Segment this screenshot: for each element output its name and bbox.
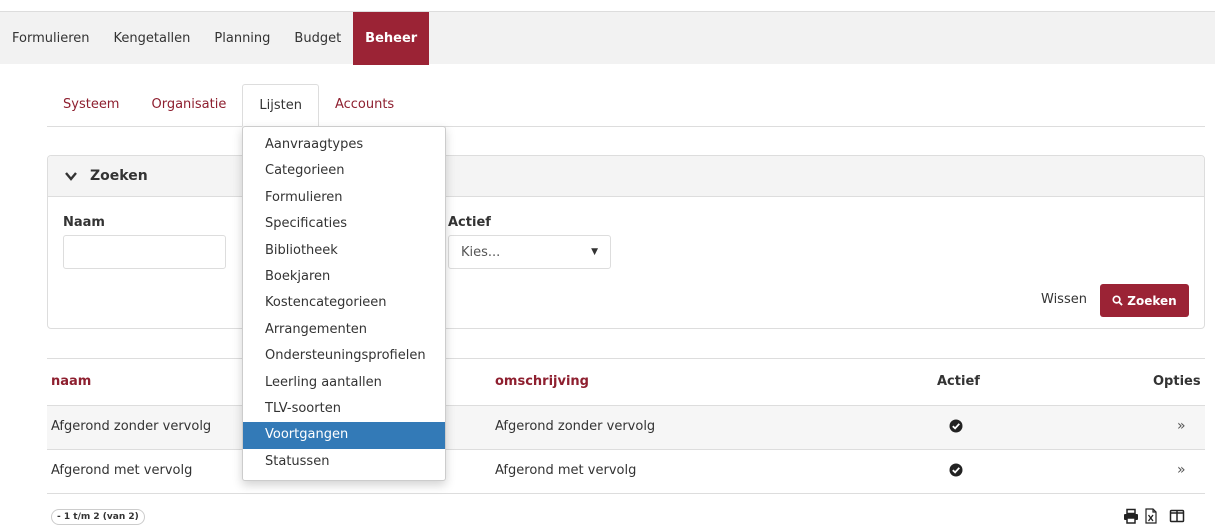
search-button-label: Zoeken	[1127, 293, 1177, 308]
caret-down-icon: ▼	[591, 247, 598, 257]
row-naam: Afgerond met vervolg	[51, 463, 193, 478]
row-omschrijving: Afgerond zonder vervolg	[495, 419, 656, 434]
excel-export-icon[interactable]	[1143, 508, 1159, 524]
tab-accounts[interactable]: Accounts	[319, 84, 410, 127]
search-button[interactable]: Zoeken	[1100, 284, 1189, 317]
column-header-actief: Actief	[937, 374, 980, 389]
column-header-opties: Opties	[1153, 374, 1201, 389]
search-icon	[1112, 295, 1124, 306]
check-circle-icon	[949, 419, 963, 433]
menu-item-boekjaren[interactable]: Boekjaren	[243, 264, 445, 290]
column-header-naam[interactable]: naam	[51, 374, 91, 389]
row-naam: Afgerond zonder vervolg	[51, 419, 212, 434]
row-options-link[interactable]: »	[1177, 462, 1186, 478]
naam-label: Naam	[63, 215, 105, 230]
menu-item-categorieen[interactable]: Categorieen	[243, 158, 445, 184]
naam-input[interactable]	[63, 235, 226, 269]
menu-item-leerling-aantallen[interactable]: Leerling aantallen	[243, 370, 445, 396]
menu-item-bibliotheek[interactable]: Bibliotheek	[243, 238, 445, 264]
tab-organisatie[interactable]: Organisatie	[135, 84, 242, 127]
table-row: Afgerond zonder vervolg Afgerond zonder …	[47, 406, 1205, 450]
clear-button[interactable]: Wissen	[1041, 292, 1087, 307]
menu-item-formulieren[interactable]: Formulieren	[243, 185, 445, 211]
menu-item-kostencategorieen[interactable]: Kostencategorieen	[243, 290, 445, 316]
pagination-badge: - 1 t/m 2 (van 2)	[51, 509, 145, 525]
actief-label: Actief	[448, 215, 491, 230]
nav-kengetallen[interactable]: Kengetallen	[102, 12, 203, 65]
menu-item-statussen[interactable]: Statussen	[243, 449, 445, 475]
top-navigation: Formulieren Kengetallen Planning Budget …	[0, 11, 1215, 65]
table-row: Afgerond met vervolg Afgerond met vervol…	[47, 450, 1205, 494]
nav-budget[interactable]: Budget	[282, 12, 353, 65]
check-circle-icon	[949, 463, 963, 477]
row-omschrijving: Afgerond met vervolg	[495, 463, 637, 478]
menu-item-voortgangen[interactable]: Voortgangen	[243, 422, 445, 449]
table-header: naam omschrijving Actief Opties	[47, 358, 1205, 406]
nav-formulieren[interactable]: Formulieren	[0, 12, 102, 65]
print-icon[interactable]	[1123, 508, 1139, 524]
tab-lijsten[interactable]: Lijsten	[242, 84, 319, 127]
search-panel: Zoeken Naam Actief Kies... ▼ Wissen Zoek…	[47, 155, 1205, 329]
column-header-omschrijving[interactable]: omschrijving	[495, 374, 589, 389]
search-panel-header[interactable]: Zoeken	[48, 156, 1204, 197]
nav-beheer[interactable]: Beheer	[353, 12, 430, 65]
menu-item-tlv-soorten[interactable]: TLV-soorten	[243, 396, 445, 422]
nav-planning[interactable]: Planning	[202, 12, 282, 65]
actief-select[interactable]: Kies... ▼	[448, 235, 611, 269]
actief-select-value: Kies...	[461, 244, 501, 260]
sub-tabs: Systeem Organisatie Lijsten Accounts	[47, 84, 1205, 127]
chevron-down-icon	[65, 172, 77, 181]
lijsten-dropdown-menu: Aanvraagtypes Categorieen Formulieren Sp…	[242, 126, 446, 481]
search-panel-title: Zoeken	[90, 168, 148, 184]
menu-item-aanvraagtypes[interactable]: Aanvraagtypes	[243, 132, 445, 158]
row-options-link[interactable]: »	[1177, 418, 1186, 434]
menu-item-specificaties[interactable]: Specificaties	[243, 211, 445, 237]
columns-icon[interactable]	[1169, 508, 1185, 524]
tab-systeem[interactable]: Systeem	[47, 84, 135, 127]
menu-item-ondersteuningsprofielen[interactable]: Ondersteuningsprofielen	[243, 343, 445, 369]
menu-item-arrangementen[interactable]: Arrangementen	[243, 317, 445, 343]
